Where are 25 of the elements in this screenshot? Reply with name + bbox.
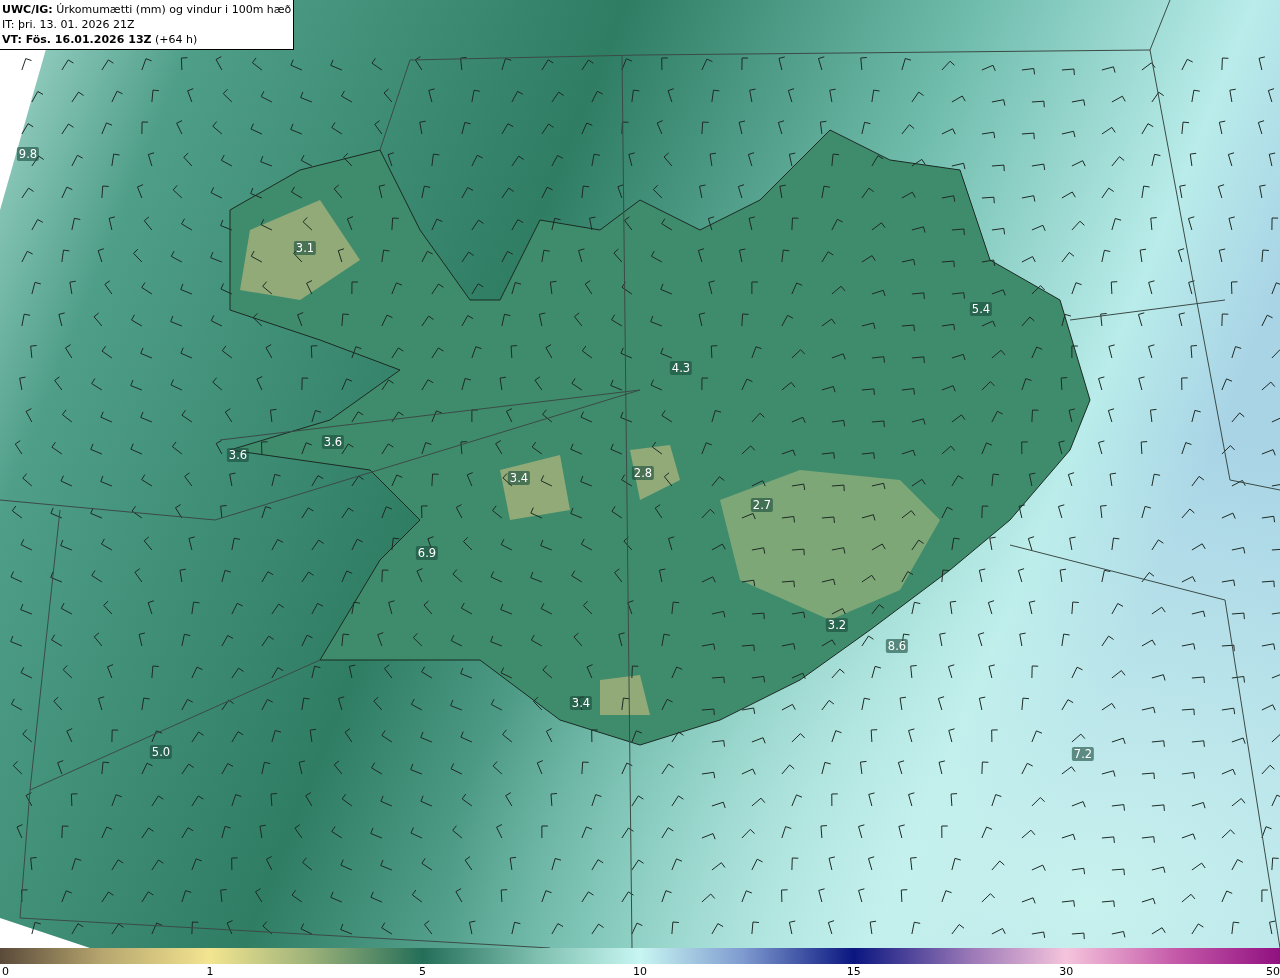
value-label: 7.2 — [1071, 747, 1095, 761]
value-label: 3.6 — [321, 435, 345, 449]
scale-tick-label: 15 — [846, 965, 861, 978]
scale-tick-label: 10 — [633, 965, 647, 978]
value-label: 3.6 — [226, 448, 250, 462]
value-label: 5.0 — [149, 745, 173, 759]
value-label: 9.8 — [16, 147, 40, 161]
value-label: 3.1 — [293, 241, 317, 255]
scale-tick-label: 1 — [206, 965, 214, 978]
value-label: 8.6 — [885, 639, 909, 653]
map-title: UWC/IG: Úrkomumætti (mm) og vindur i 100m hæð — [2, 2, 292, 17]
scale-tick-label: 0 — [2, 965, 9, 978]
scale-tick-label: 30 — [1059, 965, 1074, 978]
value-label: 3.2 — [825, 618, 849, 632]
value-label: 3.4 — [569, 696, 593, 710]
value-label: 3.4 — [507, 471, 531, 485]
value-label: 2.7 — [750, 498, 774, 512]
issue-time: IT: þri. 13. 01. 2026 21Z — [2, 17, 136, 32]
value-label: 5.4 — [969, 302, 993, 316]
valid-time: VT: Fös. 16.01.2026 13Z (+64 h) — [2, 32, 199, 47]
scale-tick-label: 50 — [1266, 965, 1280, 978]
value-label: 6.9 — [415, 546, 439, 560]
value-label: 2.8 — [631, 466, 655, 480]
scale-tick-label: 5 — [418, 965, 426, 978]
value-label: 4.3 — [669, 361, 693, 375]
